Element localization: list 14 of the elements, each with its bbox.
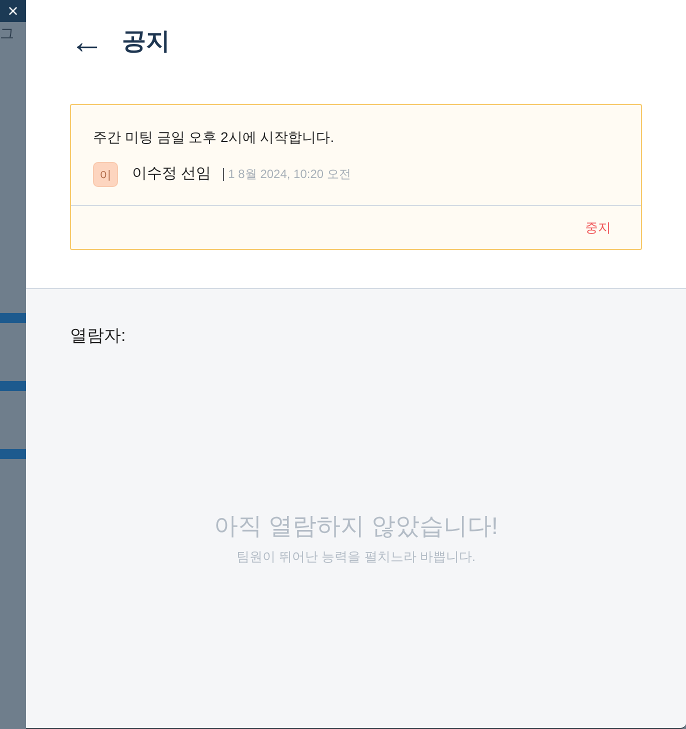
author-name: 이수정 선임 xyxy=(132,164,212,184)
backdrop-text: 그 xyxy=(0,24,15,43)
empty-title: 아직 열람하지 않았습니다! xyxy=(214,512,498,542)
empty-subtitle: 팀원이 뛰어난 능력을 펼치느라 바쁩니다. xyxy=(236,548,476,566)
highlight-bar xyxy=(0,381,26,391)
avatar: 이 xyxy=(93,162,118,187)
notice-date: 1 8월 2024, 10:20 오전 xyxy=(223,168,351,181)
highlight-bar xyxy=(0,449,26,459)
page-title: 공지 xyxy=(122,27,170,57)
back-button[interactable]: ← xyxy=(70,25,104,59)
highlight-bar xyxy=(0,313,26,323)
notice-message: 주간 미팅 금일 오후 2시에 시작합니다. xyxy=(93,128,336,147)
viewers-label: 열람자: xyxy=(70,325,127,347)
close-button[interactable]: × xyxy=(0,0,26,22)
